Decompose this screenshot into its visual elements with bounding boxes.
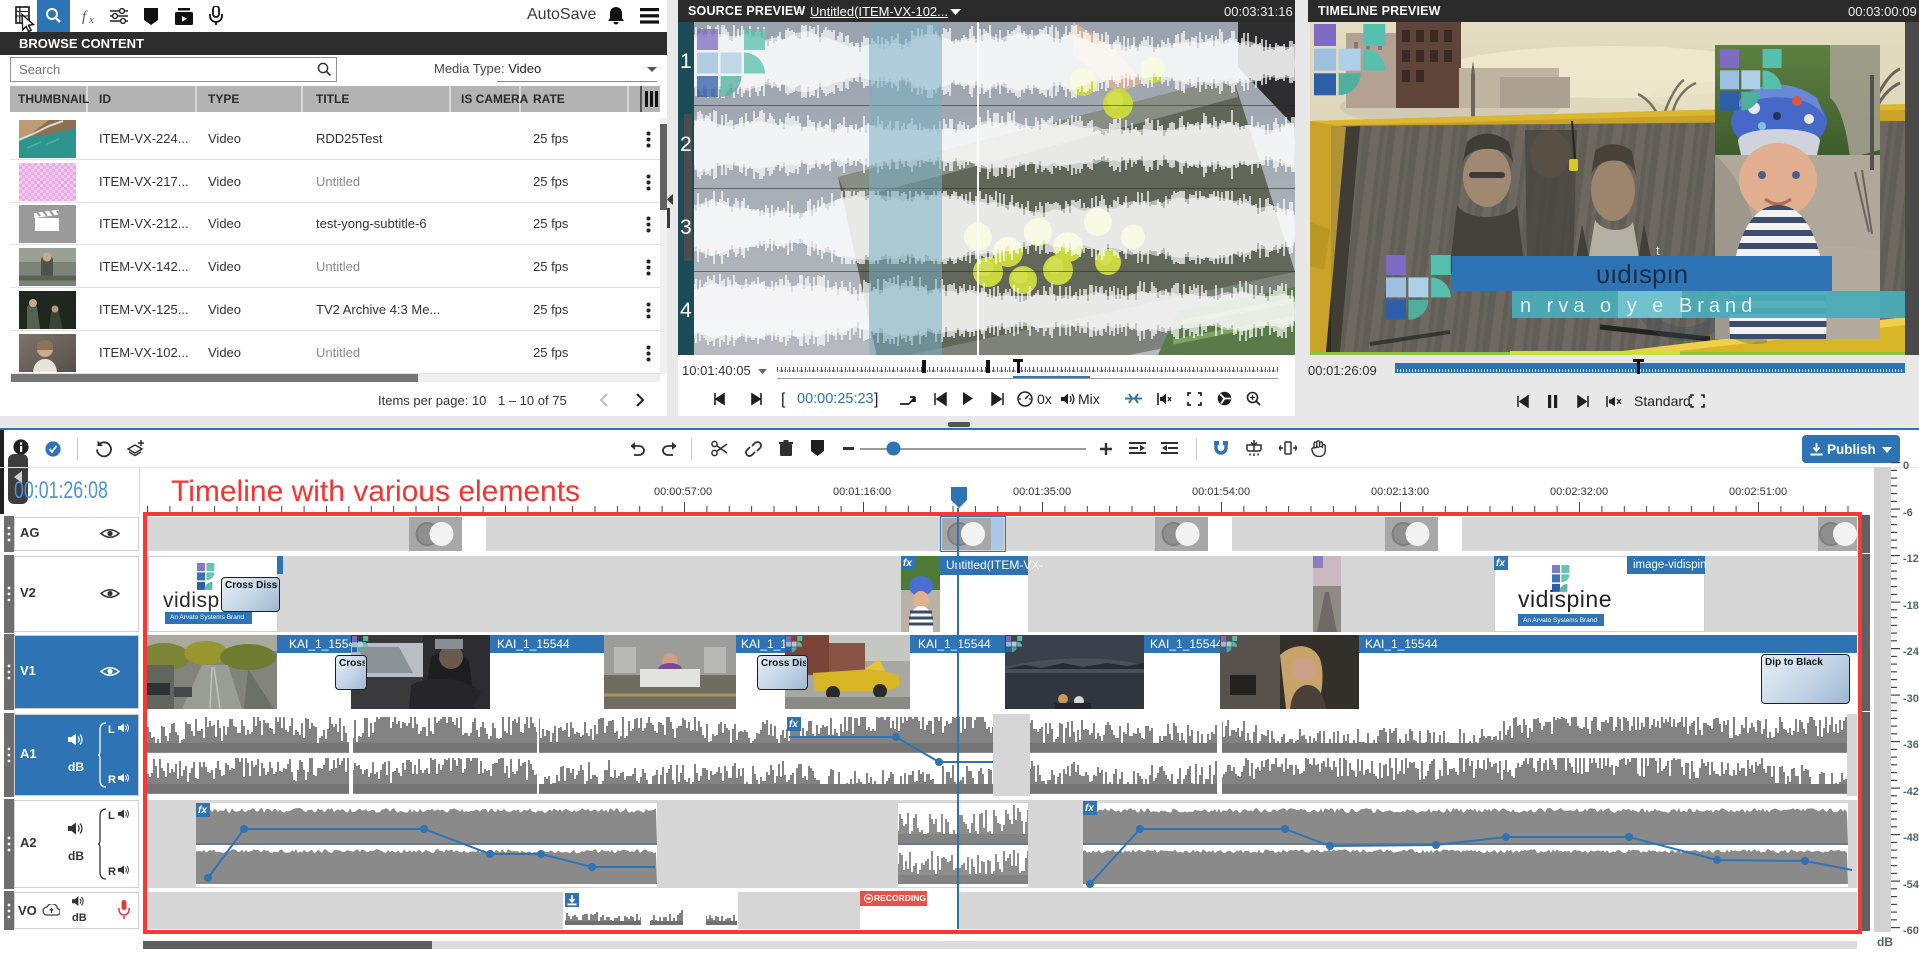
svg-text:υıdıspın: υıdıspın (1596, 259, 1688, 289)
svg-text:f: f (82, 9, 88, 25)
svg-text:x: x (88, 14, 94, 25)
svg-text:t: t (1656, 243, 1660, 258)
svg-text:n rva o y e Brand: n rva o y e Brand (1520, 295, 1757, 317)
